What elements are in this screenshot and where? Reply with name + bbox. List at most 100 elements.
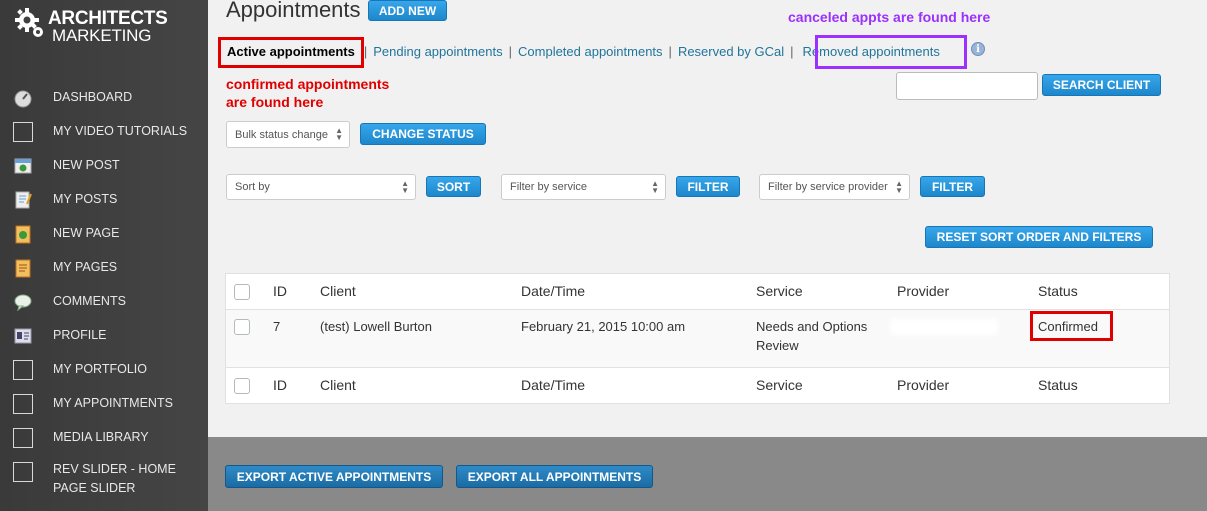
column-footer-client[interactable]: Client: [320, 376, 356, 395]
table-row[interactable]: 7 (test) Lowell Burton February 21, 2015…: [226, 310, 1169, 368]
sidebar-item-label: DASHBOARD: [53, 89, 133, 104]
new-post-icon: [14, 158, 32, 174]
select-arrows-icon: ▲ ▼: [401, 179, 409, 195]
status-highlight: [1030, 311, 1113, 341]
sidebar-item-profile[interactable]: PROFILE: [0, 318, 208, 352]
sidebar-item-media-library[interactable]: MEDIA LIBRARY: [0, 420, 208, 454]
sidebar-item-label: COMMENTS: [53, 293, 126, 308]
column-header-datetime[interactable]: Date/Time: [521, 282, 585, 301]
select-value: Bulk status change: [235, 128, 328, 141]
posts-icon: [15, 191, 32, 209]
sidebar-item-new-page[interactable]: NEW PAGE: [0, 216, 208, 250]
admin-sidebar: ARCHITECTS MARKETING DASHBOARD MY VIDEO …: [0, 0, 208, 511]
sort-button[interactable]: SORT: [426, 176, 481, 197]
search-client-input[interactable]: [896, 72, 1038, 100]
sidebar-item-label: MY APPOINTMENTS: [53, 395, 173, 410]
sort-by-select[interactable]: Sort by ▲ ▼: [226, 174, 416, 200]
column-header-provider[interactable]: Provider: [897, 282, 949, 301]
cell-datetime: February 21, 2015 10:00 am: [521, 319, 686, 334]
column-footer-service[interactable]: Service: [756, 376, 803, 395]
cell-client[interactable]: (test) Lowell Burton: [320, 317, 432, 336]
tab-completed-appointments[interactable]: Completed appointments: [518, 44, 663, 59]
cell-provider-redacted: [894, 323, 994, 331]
page-title: Appointments: [226, 0, 361, 22]
cell-service-line: Review: [756, 338, 799, 353]
annotation-line: are found here: [226, 94, 324, 110]
annotation-line: confirmed appointments: [226, 76, 390, 92]
select-arrows-icon: ▲ ▼: [895, 179, 903, 195]
dashboard-icon: [14, 90, 32, 108]
bulk-status-select[interactable]: Bulk status change ▲ ▼: [226, 121, 350, 148]
search-client-button[interactable]: SEARCH CLIENT: [1042, 74, 1161, 96]
appointments-table: ID Client Date/Time Service Provider Sta…: [225, 273, 1170, 404]
column-header-service[interactable]: Service: [756, 282, 803, 301]
sidebar-item-my-pages[interactable]: MY PAGES: [0, 250, 208, 284]
select-arrows-icon: ▲ ▼: [335, 126, 343, 142]
select-all-checkbox-footer[interactable]: [234, 378, 250, 394]
column-footer-status[interactable]: Status: [1038, 376, 1078, 395]
sidebar-item-comments[interactable]: COMMENTS: [0, 284, 208, 318]
blank-icon: [13, 428, 33, 448]
cell-service: Needs and Options Review: [756, 317, 867, 355]
active-tab-highlight: [218, 37, 364, 68]
column-header-status[interactable]: Status: [1038, 282, 1078, 301]
select-value: Filter by service: [510, 181, 588, 193]
logo-line2: MARKETING: [52, 26, 152, 45]
comments-icon: [14, 294, 32, 312]
cell-service-line: Needs and Options: [756, 319, 868, 334]
sidebar-item-my-posts[interactable]: MY POSTS: [0, 182, 208, 216]
gear-logo-icon: [15, 8, 43, 37]
select-arrows-icon: ▲ ▼: [651, 179, 659, 195]
filter-service-select[interactable]: Filter by service ▲ ▼: [501, 174, 666, 200]
tab-separator: |: [790, 44, 794, 59]
sidebar-item-label: MEDIA LIBRARY: [53, 429, 149, 444]
column-footer-id[interactable]: ID: [273, 376, 287, 395]
filter-provider-select[interactable]: Filter by service provider ▲ ▼: [759, 174, 910, 200]
removed-tab-highlight: [815, 35, 967, 69]
filter-provider-button[interactable]: FILTER: [920, 176, 985, 197]
tab-separator: |: [363, 44, 368, 59]
row-checkbox[interactable]: [234, 319, 250, 335]
sidebar-item-dashboard[interactable]: DASHBOARD: [0, 80, 208, 114]
export-all-appointments-button[interactable]: EXPORT ALL APPOINTMENTS: [456, 465, 653, 488]
export-active-appointments-button[interactable]: EXPORT ACTIVE APPOINTMENTS: [225, 465, 443, 488]
tab-reserved-gcal[interactable]: Reserved by GCal: [678, 44, 784, 59]
select-all-checkbox[interactable]: [234, 284, 250, 300]
info-icon[interactable]: i: [971, 42, 985, 56]
sidebar-menu: DASHBOARD MY VIDEO TUTORIALS NEW POST MY…: [0, 80, 208, 498]
canceled-annotation: canceled appts are found here: [788, 9, 991, 25]
confirmed-annotation: confirmed appointments are found here: [226, 75, 389, 111]
sidebar-item-label: MY VIDEO TUTORIALS: [53, 123, 188, 138]
sidebar-item-rev-slider[interactable]: REV SLIDER - HOME PAGE SLIDER: [0, 454, 208, 498]
sidebar-item-label: MY POSTS: [53, 191, 118, 206]
column-footer-datetime[interactable]: Date/Time: [521, 376, 585, 395]
reset-sort-filters-button[interactable]: RESET SORT ORDER AND FILTERS: [925, 226, 1153, 248]
select-value: Sort by: [235, 181, 270, 193]
column-footer-provider[interactable]: Provider: [897, 376, 949, 395]
profile-icon: [14, 328, 32, 344]
change-status-button[interactable]: CHANGE STATUS: [360, 123, 486, 145]
filter-service-button[interactable]: FILTER: [676, 176, 740, 197]
sidebar-item-label: NEW PAGE: [53, 225, 120, 240]
sidebar-item-label: MY PAGES: [53, 259, 118, 274]
cell-id: 7: [273, 319, 281, 334]
column-header-client[interactable]: Client: [320, 282, 356, 301]
site-logo[interactable]: ARCHITECTS MARKETING: [14, 6, 194, 46]
column-header-id[interactable]: ID: [273, 282, 287, 301]
blank-icon: [13, 462, 33, 482]
new-page-icon: [15, 225, 31, 244]
table-footer-row: ID Client Date/Time Service Provider Sta…: [226, 368, 1169, 404]
sidebar-item-label: REV SLIDER - HOME PAGE SLIDER: [53, 462, 176, 495]
sidebar-item-video-tutorials[interactable]: MY VIDEO TUTORIALS: [0, 114, 208, 148]
sidebar-item-my-portfolio[interactable]: MY PORTFOLIO: [0, 352, 208, 386]
sidebar-item-new-post[interactable]: NEW POST: [0, 148, 208, 182]
blank-icon: [13, 360, 33, 380]
tab-pending-appointments[interactable]: Pending appointments: [373, 44, 502, 59]
sidebar-item-my-appointments[interactable]: MY APPOINTMENTS: [0, 386, 208, 420]
blank-icon: [13, 122, 33, 142]
add-new-button[interactable]: ADD NEW: [368, 0, 447, 21]
select-value: Filter by service provider: [768, 181, 888, 193]
blank-icon: [13, 394, 33, 414]
table-header-row: ID Client Date/Time Service Provider Sta…: [226, 274, 1169, 310]
tab-separator: |: [668, 44, 672, 59]
